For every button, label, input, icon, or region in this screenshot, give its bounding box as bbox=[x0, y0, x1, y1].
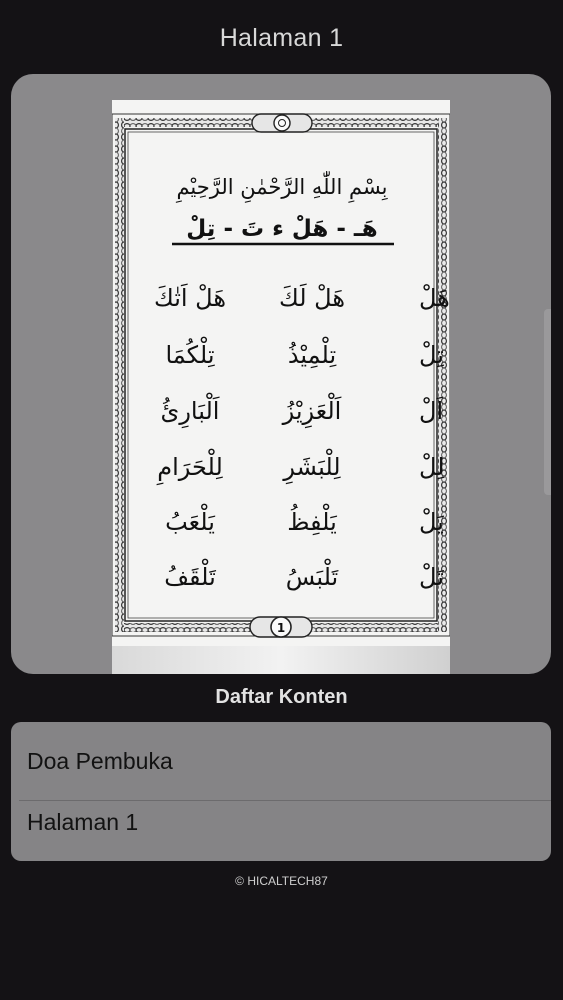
svg-text:تِلْمِيْذُ: تِلْمِيْذُ bbox=[288, 336, 337, 369]
copyright-footer: © HICALTECH87 bbox=[235, 874, 328, 888]
svg-text:هَـ - هَلْ: هَـ - هَلْ bbox=[419, 283, 450, 312]
app-header: Halaman 1 bbox=[0, 0, 563, 76]
page-title: Halaman 1 bbox=[219, 23, 344, 52]
page-top-margin bbox=[112, 74, 450, 102]
border-right bbox=[438, 118, 447, 632]
svg-text:تَ - تَلْ: تَ - تَلْ bbox=[419, 562, 450, 591]
svg-text:لِلْبَشَرِ: لِلْبَشَرِ bbox=[282, 448, 341, 485]
content-list-title: Daftar Konten bbox=[215, 686, 348, 708]
svg-text:اَلْبَارِئُ: اَلْبَارِئُ bbox=[161, 392, 221, 429]
list-item[interactable]: Halaman 1 bbox=[11, 802, 551, 861]
svg-text:تِ - تِلْ: تِ - تِلْ bbox=[419, 340, 450, 369]
svg-text:اَ - اَلْ: اَ - اَلْ bbox=[419, 396, 450, 425]
svg-text:هَلْ اَتٰكَ: هَلْ اَتٰكَ bbox=[154, 283, 226, 312]
svg-text:هَلْ لَكَ: هَلْ لَكَ bbox=[279, 283, 345, 312]
svg-text:يَلْفِظُ: يَلْفِظُ bbox=[287, 503, 337, 536]
border-left bbox=[115, 118, 124, 632]
svg-text:تَلْبَسُ: تَلْبَسُ bbox=[286, 558, 339, 591]
app-root: Halaman 1 1 بِسْمِ اللّٰهِ الرَّحْمٰنِ ا… bbox=[0, 0, 563, 1000]
svg-text:لِلْحَرَامِ: لِلْحَرَامِ bbox=[156, 448, 223, 486]
svg-text:اَلْعَزِيْزُ: اَلْعَزِيْزُ bbox=[282, 392, 342, 429]
svg-text:يَلْعَبُ: يَلْعَبُ bbox=[165, 503, 216, 536]
list-item-label: Doa Pembuka bbox=[27, 747, 173, 774]
list-divider bbox=[19, 800, 551, 801]
list-item-label: Halaman 1 bbox=[27, 809, 139, 835]
list-item[interactable]: Doa Pembuka bbox=[11, 722, 551, 800]
svg-text:لِ - لِلْ: لِ - لِلْ bbox=[419, 452, 450, 484]
page-number: 1 bbox=[277, 621, 285, 635]
content-list: Doa Pembuka Halaman 1 bbox=[11, 722, 551, 861]
top-medallion-icon bbox=[251, 113, 313, 133]
svg-text:تِلْكُمَا: تِلْكُمَا bbox=[165, 336, 215, 369]
scrollbar-thumb[interactable] bbox=[544, 309, 551, 495]
svg-text:يَ - يَلْ: يَ - يَلْ bbox=[419, 507, 450, 536]
quran-page-image: 1 بِسْمِ اللّٰهِ الرَّحْمٰنِ الرَّحِيْمِ… bbox=[112, 74, 450, 674]
lesson-heading: هَـ - هَلْ ء تَ - تِلْ bbox=[186, 215, 377, 242]
page-viewer[interactable]: 1 بِسْمِ اللّٰهِ الرَّحْمٰنِ الرَّحِيْمِ… bbox=[11, 74, 551, 674]
svg-text:تَلْقَفُ: تَلْقَفُ bbox=[164, 558, 216, 591]
bismillah-text: بِسْمِ اللّٰهِ الرَّحْمٰنِ الرَّحِيْمِ bbox=[176, 170, 389, 203]
